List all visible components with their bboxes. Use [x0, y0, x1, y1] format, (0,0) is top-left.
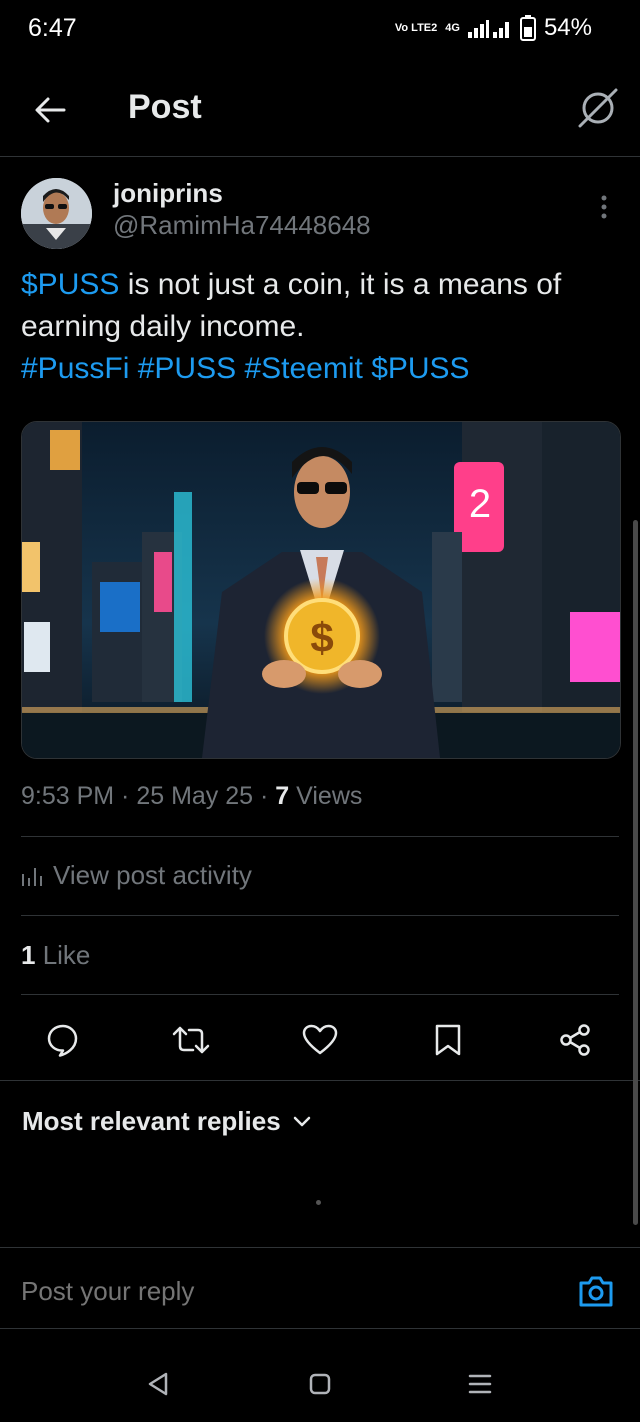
- post-image-illustration: 2 $: [22, 422, 620, 758]
- system-nav-bar: [0, 1340, 640, 1422]
- likes-label: Like: [35, 940, 91, 970]
- reply-icon: [47, 1024, 78, 1057]
- svg-text:$: $: [310, 614, 333, 661]
- page-title: Post: [128, 88, 202, 126]
- author-handle[interactable]: @RamimHa74448648: [113, 210, 371, 241]
- likes-count[interactable]: 1 Like: [21, 940, 90, 971]
- hashtag-link[interactable]: #PussFi: [21, 352, 129, 385]
- author-name[interactable]: joniprins: [113, 178, 223, 209]
- reply-button[interactable]: [33, 1010, 93, 1070]
- post-text: $PUSS is not just a coin, it is a means …: [21, 264, 621, 390]
- nav-back-button[interactable]: [138, 1364, 178, 1404]
- grok-button[interactable]: [576, 86, 620, 130]
- repost-icon: [172, 1026, 210, 1054]
- post-time: 9:53 PM: [21, 782, 115, 810]
- bookmark-icon: [435, 1024, 461, 1056]
- replies-sort-label: Most relevant replies: [22, 1106, 281, 1136]
- replies-sort-dropdown[interactable]: Most relevant replies: [22, 1106, 311, 1137]
- reply-input[interactable]: [21, 1276, 521, 1307]
- post-date: 25 May 25: [136, 782, 254, 810]
- battery-percent: 54%: [543, 14, 592, 41]
- avatar[interactable]: [21, 178, 92, 249]
- divider: [21, 994, 619, 995]
- back-button[interactable]: [28, 88, 72, 132]
- views-count: 7: [275, 782, 290, 810]
- divider: [0, 1080, 640, 1081]
- post-timestamp: 9:53 PM · 25 May 25 · 7 Views: [21, 782, 362, 811]
- avatar-image: [21, 178, 92, 249]
- view-post-activity[interactable]: View post activity: [21, 860, 252, 891]
- post-image[interactable]: 2 $: [21, 421, 621, 759]
- views-label: Views: [289, 782, 363, 810]
- post-action-bar: [0, 1010, 640, 1070]
- loading-indicator: [316, 1200, 321, 1205]
- square-home-icon: [309, 1373, 331, 1395]
- heart-icon: [302, 1024, 338, 1055]
- hashtag-link[interactable]: #PUSS: [138, 352, 236, 385]
- battery-icon: [519, 15, 536, 41]
- svg-text:2: 2: [469, 482, 491, 526]
- divider: [21, 915, 619, 916]
- view-post-activity-label: View post activity: [53, 860, 252, 890]
- more-options-button[interactable]: [592, 192, 616, 222]
- arrow-left-icon: [35, 97, 66, 123]
- like-button[interactable]: [290, 1010, 350, 1070]
- divider: [21, 836, 619, 837]
- cashtag-link[interactable]: $PUSS: [21, 268, 119, 301]
- camera-button[interactable]: [578, 1274, 614, 1308]
- chevron-down-icon: [293, 1116, 310, 1126]
- nav-recents-button[interactable]: [460, 1364, 500, 1404]
- menu-lines-icon: [468, 1374, 492, 1394]
- volte-text: Vo LTE2: [394, 21, 438, 34]
- status-icons: Vo LTE2 4G 54%: [395, 14, 592, 42]
- repost-button[interactable]: [161, 1010, 221, 1070]
- more-vertical-icon: [601, 195, 607, 219]
- nav-home-button[interactable]: [300, 1364, 340, 1404]
- bookmark-button[interactable]: [418, 1010, 478, 1070]
- share-button[interactable]: [545, 1010, 605, 1070]
- share-icon: [560, 1024, 590, 1056]
- camera-icon: [579, 1276, 613, 1307]
- grok-icon: [578, 88, 618, 128]
- bar-chart-icon: [22, 867, 42, 886]
- volte-indicator: Vo LTE2: [394, 21, 438, 34]
- status-time: 6:47: [28, 14, 77, 42]
- triangle-back-icon: [148, 1372, 168, 1396]
- meta-separator: ·: [253, 782, 276, 810]
- status-bar: 6:47 Vo LTE2 4G 54%: [0, 0, 640, 58]
- likes-number: 1: [21, 940, 36, 970]
- network-gen: 4G: [445, 21, 460, 34]
- signal-icon: [467, 20, 509, 38]
- hashtag-link[interactable]: #Steemit: [244, 352, 362, 385]
- meta-separator: ·: [114, 782, 137, 810]
- cashtag-link[interactable]: $PUSS: [371, 352, 469, 385]
- top-header: Post: [0, 60, 640, 157]
- scrollbar[interactable]: [633, 520, 638, 1225]
- reply-composer: [0, 1247, 640, 1329]
